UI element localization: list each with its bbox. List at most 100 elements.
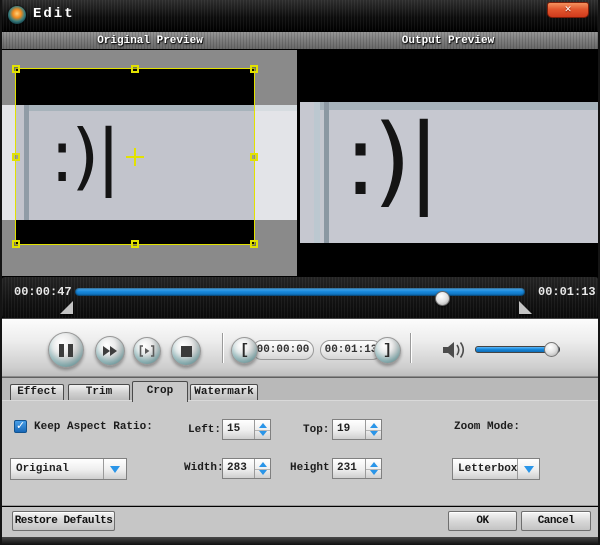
- preview-header: Original Preview Output Preview: [0, 31, 600, 50]
- window-border: [0, 0, 2, 545]
- open-bracket-icon: [: [232, 338, 257, 363]
- spin-down-icon[interactable]: [370, 431, 378, 436]
- zoom-mode-value: Letterbox: [453, 459, 517, 479]
- close-icon: ✕: [565, 4, 572, 16]
- spin-down-icon[interactable]: [259, 470, 267, 475]
- height-spinner[interactable]: 231: [332, 458, 382, 479]
- crop-handle-bottom-right[interactable]: [250, 240, 258, 248]
- app-logo-icon: [8, 6, 26, 24]
- crop-handle-top-right[interactable]: [250, 65, 258, 73]
- tab-watermark[interactable]: Watermark: [190, 384, 258, 401]
- crop-handle-bottom-left[interactable]: [12, 240, 20, 248]
- output-preview-pane: :)|: [300, 50, 598, 276]
- top-spinner[interactable]: 19: [332, 419, 382, 440]
- original-preview-pane: :)|: [2, 50, 297, 276]
- timeline-strip: 00:00:47 00:01:13: [2, 276, 598, 318]
- crop-selection-region[interactable]: [15, 68, 255, 245]
- chevron-down-icon: [524, 466, 534, 473]
- crop-handle-top-center[interactable]: [131, 65, 139, 73]
- left-value[interactable]: 15: [223, 420, 254, 439]
- output-preview-label: Output Preview: [300, 35, 596, 47]
- video-content-emoticon: :)|: [344, 112, 436, 210]
- total-time: 00:01:13: [538, 285, 596, 299]
- chevron-down-icon: [110, 466, 120, 473]
- play-segment-icon: [139, 345, 155, 357]
- play-segment-button[interactable]: [133, 337, 161, 365]
- video-frame-edge: [314, 102, 320, 243]
- fast-forward-button[interactable]: [95, 336, 125, 366]
- keep-aspect-checkbox[interactable]: ✓: [14, 420, 27, 433]
- trim-end-time-field[interactable]: 00:01:13: [320, 340, 382, 360]
- height-value[interactable]: 231: [333, 459, 365, 478]
- separator: [410, 333, 411, 363]
- window-title: Edit: [33, 6, 75, 22]
- left-spinner[interactable]: 15: [222, 419, 271, 440]
- elapsed-time: 00:00:47: [14, 285, 72, 299]
- width-value[interactable]: 283: [223, 459, 254, 478]
- checkmark-icon: ✓: [16, 419, 25, 432]
- ok-button[interactable]: OK: [448, 511, 517, 531]
- trim-start-marker[interactable]: [60, 301, 73, 314]
- speaker-icon: [440, 340, 466, 360]
- crop-handle-mid-left[interactable]: [12, 153, 20, 161]
- spin-up-icon[interactable]: [259, 462, 267, 467]
- crop-settings-panel: ✓ Keep Aspect Ratio: Left: 15 Top: 19 Zo…: [2, 400, 598, 506]
- top-value[interactable]: 19: [333, 420, 365, 439]
- keep-aspect-label: Keep Aspect Ratio:: [34, 421, 153, 433]
- pause-button[interactable]: [48, 332, 84, 368]
- trim-end-marker[interactable]: [519, 301, 532, 314]
- crop-handle-top-left[interactable]: [12, 65, 20, 73]
- video-frame-edge: [324, 102, 329, 243]
- width-spin-buttons[interactable]: [254, 459, 270, 478]
- dropdown-button[interactable]: [103, 459, 126, 479]
- stop-button[interactable]: [171, 336, 201, 366]
- spin-up-icon[interactable]: [259, 423, 267, 428]
- volume-thumb[interactable]: [544, 342, 559, 357]
- zoom-mode-dropdown[interactable]: Letterbox: [452, 458, 540, 480]
- top-spin-buttons[interactable]: [365, 420, 381, 439]
- crop-handle-mid-right[interactable]: [250, 153, 258, 161]
- set-trim-start-button[interactable]: [: [231, 337, 258, 364]
- spin-down-icon[interactable]: [370, 470, 378, 475]
- tab-trim[interactable]: Trim: [68, 384, 130, 401]
- edit-dialog-window: Edit ✕ Original Preview Output Preview :…: [0, 0, 600, 545]
- dropdown-button[interactable]: [517, 459, 539, 479]
- tab-strip: Effect Trim Crop Watermark: [2, 377, 598, 400]
- cancel-button[interactable]: Cancel: [521, 511, 591, 531]
- window-bottom-edge: [0, 537, 600, 545]
- tab-effect[interactable]: Effect: [10, 384, 64, 401]
- spin-down-icon[interactable]: [259, 431, 267, 436]
- seek-thumb[interactable]: [435, 291, 450, 306]
- spin-up-icon[interactable]: [370, 423, 378, 428]
- width-spinner[interactable]: 283: [222, 458, 271, 479]
- height-spin-buttons[interactable]: [365, 459, 381, 478]
- pause-icon: [59, 344, 73, 357]
- height-label: Height:: [290, 462, 336, 474]
- volume-slider[interactable]: [475, 346, 560, 353]
- trim-start-time-field[interactable]: 00:00:00: [252, 340, 314, 360]
- aspect-ratio-dropdown[interactable]: Original: [10, 458, 127, 480]
- close-button[interactable]: ✕: [547, 2, 589, 18]
- aspect-ratio-value: Original: [11, 459, 103, 479]
- fast-forward-icon: [103, 346, 117, 356]
- title-bar: Edit ✕: [0, 0, 600, 31]
- left-spin-buttons[interactable]: [254, 420, 270, 439]
- crop-center-crosshair-icon: [126, 156, 144, 158]
- preview-row: :)| :)|: [0, 50, 600, 276]
- tab-crop[interactable]: Crop: [132, 381, 188, 402]
- restore-defaults-button[interactable]: Restore Defaults: [12, 511, 115, 531]
- top-label: Top:: [303, 424, 329, 436]
- width-label: Width:: [184, 462, 224, 474]
- set-trim-end-button[interactable]: ]: [374, 337, 401, 364]
- footer-bar: Restore Defaults OK Cancel: [2, 507, 598, 537]
- left-label: Left:: [188, 424, 221, 436]
- transport-bar: [ 00:00:00 00:01:13 ]: [2, 318, 598, 377]
- stop-icon: [181, 346, 192, 357]
- close-bracket-icon: ]: [375, 338, 400, 363]
- spin-up-icon[interactable]: [370, 462, 378, 467]
- seek-bar[interactable]: [75, 288, 525, 296]
- crop-handle-bottom-center[interactable]: [131, 240, 139, 248]
- zoom-mode-label: Zoom Mode:: [454, 421, 520, 433]
- separator: [222, 333, 223, 363]
- original-preview-label: Original Preview: [2, 35, 298, 47]
